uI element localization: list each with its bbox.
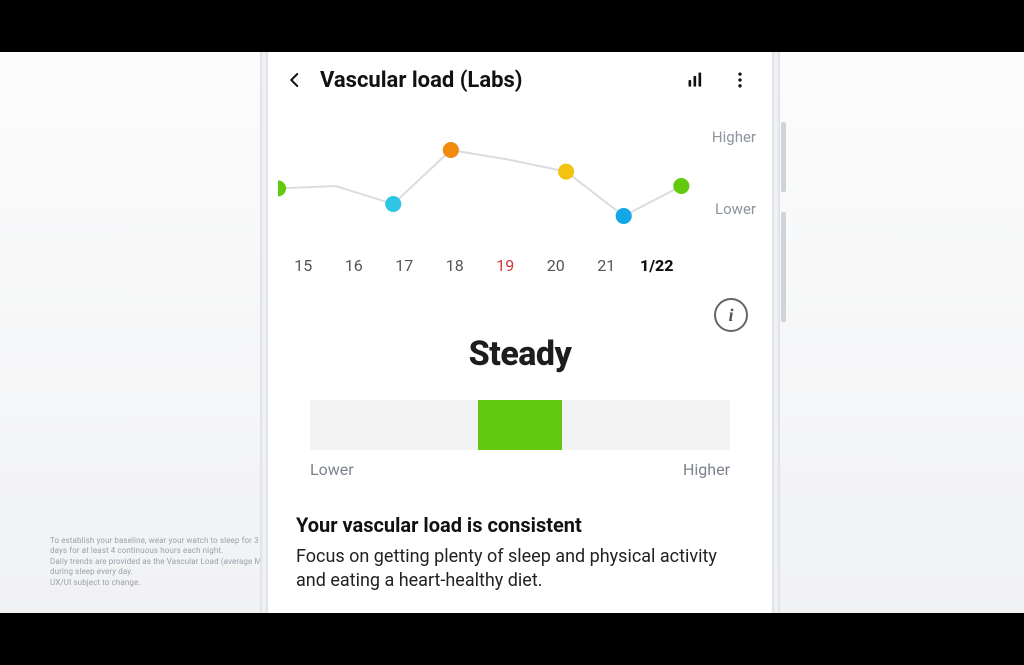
x-tick: 20 xyxy=(531,256,582,286)
x-tick: 17 xyxy=(379,256,430,286)
phone-frame-right xyxy=(772,52,780,613)
status-card: i Steady Lower Higher xyxy=(292,334,748,479)
chart-x-axis: 151617181920211/22 xyxy=(278,256,682,286)
x-tick: 19 xyxy=(480,256,531,286)
more-button[interactable] xyxy=(722,62,758,98)
phone-screen: Vascular load (Labs) xyxy=(268,52,772,613)
description-heading: Your vascular load is consistent xyxy=(296,513,744,537)
chevron-left-icon xyxy=(286,71,304,89)
phone-side-button xyxy=(781,212,786,322)
more-vertical-icon xyxy=(730,70,750,90)
scale-segment-active xyxy=(478,400,562,450)
info-button[interactable]: i xyxy=(714,298,748,332)
description-body: Focus on getting plenty of sleep and phy… xyxy=(296,545,744,594)
scale-labels: Lower Higher xyxy=(310,460,730,479)
phone-side-button xyxy=(781,122,786,192)
x-tick: 15 xyxy=(278,256,329,286)
x-tick: 21 xyxy=(581,256,632,286)
info-icon: i xyxy=(728,306,733,324)
status-title: Steady xyxy=(292,334,748,374)
page-title: Vascular load (Labs) xyxy=(320,68,523,93)
status-scale xyxy=(310,400,730,450)
trend-chart[interactable]: Higher Lower 151617181920211/22 xyxy=(278,116,762,286)
back-button[interactable] xyxy=(278,63,312,97)
x-tick: 16 xyxy=(329,256,380,286)
y-label-lower: Lower xyxy=(715,200,756,218)
scale-label-lower: Lower xyxy=(310,460,354,479)
chart-y-labels: Higher Lower xyxy=(692,116,762,236)
description-block: Your vascular load is consistent Focus o… xyxy=(296,513,744,594)
bar-chart-icon xyxy=(686,70,706,90)
x-tick: 1/22 xyxy=(632,256,683,286)
phone-mock: Vascular load (Labs) xyxy=(260,52,780,613)
x-tick: 18 xyxy=(430,256,481,286)
scale-label-higher: Higher xyxy=(683,460,730,479)
presentation-stage: To establish your baseline, wear your wa… xyxy=(0,52,1024,613)
app-header: Vascular load (Labs) xyxy=(268,52,772,108)
y-label-higher: Higher xyxy=(712,128,756,146)
phone-frame-left xyxy=(260,52,268,613)
stats-button[interactable] xyxy=(678,62,714,98)
